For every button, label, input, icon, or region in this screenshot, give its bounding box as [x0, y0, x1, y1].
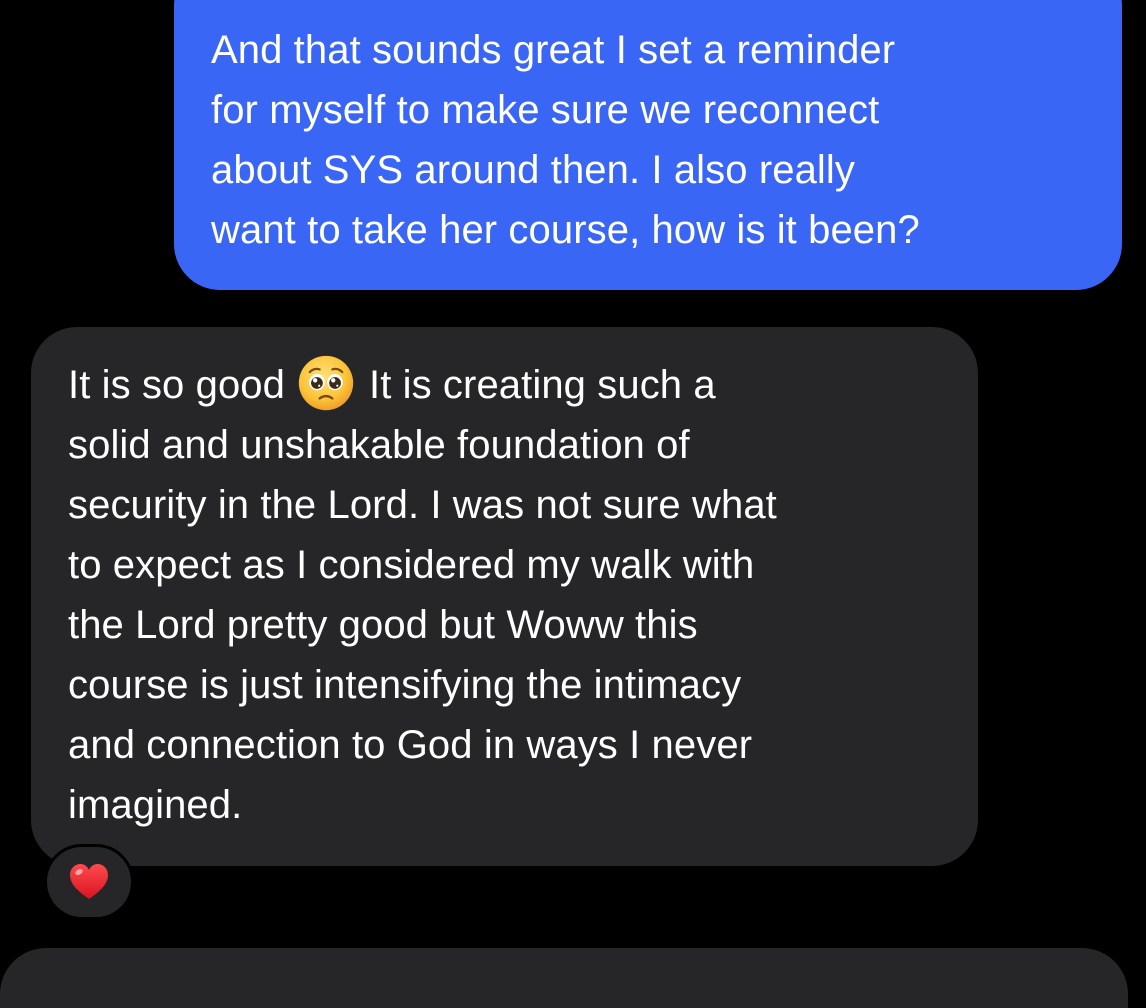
message-thread: And that sounds great I set a reminder f… [0, 0, 1146, 1008]
incoming-message-bubble[interactable]: It is so good It is creating such a soli… [31, 327, 978, 866]
message-line: imagined. [68, 783, 243, 827]
message-line: security in the Lord. I was not sure wha… [68, 483, 777, 527]
message-line: course is just intensifying the intimacy [68, 663, 742, 707]
message-line: the Lord pretty good but Woww this [68, 603, 698, 647]
message-line: solid and unshakable foundation of [68, 423, 690, 467]
pleading-face-emoji [298, 355, 354, 411]
message-text-segment: It is so good [68, 363, 285, 407]
outgoing-message-bubble[interactable]: And that sounds great I set a reminder f… [174, 0, 1122, 290]
message-line: about SYS around then. I also really [211, 148, 856, 192]
message-line: for myself to make sure we reconnect [211, 88, 880, 132]
message-line: to expect as I considered my walk with [68, 543, 755, 587]
red-heart-icon [70, 864, 108, 899]
message-line: And that sounds great I set a reminder [211, 28, 896, 72]
reaction-badge[interactable] [44, 844, 134, 920]
message-line: and connection to God in ways I never [68, 723, 753, 767]
message-line: want to take her course, how is it been? [211, 208, 920, 252]
message-line: It is so good It is creating such a [68, 354, 958, 415]
next-message-bubble[interactable] [0, 948, 1128, 1008]
message-text-segment: It is creating such a [368, 363, 716, 407]
